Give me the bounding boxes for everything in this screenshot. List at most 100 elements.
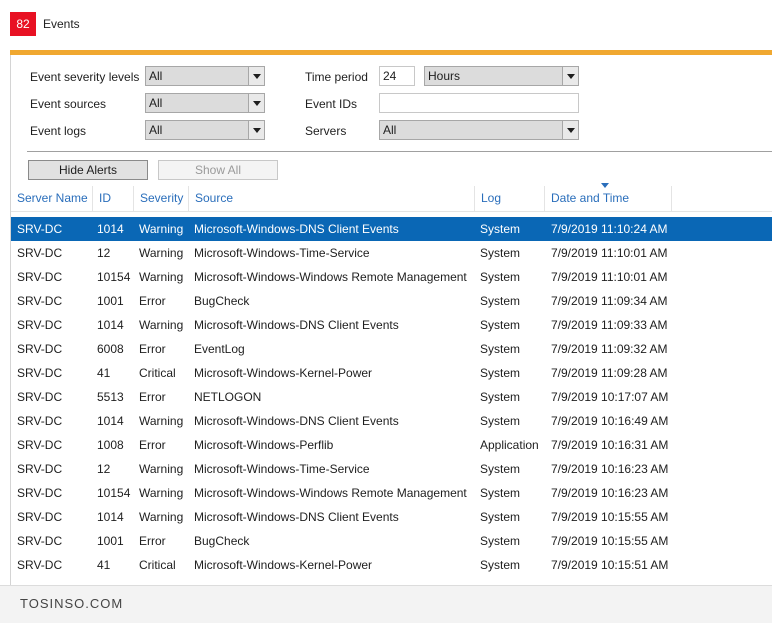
cell-severity: Warning — [139, 510, 184, 524]
time-period-label: Time period — [305, 70, 368, 84]
cell-severity: Error — [139, 534, 166, 548]
watermark-text: TOSINSO.COM — [20, 596, 124, 611]
chevron-down-icon[interactable] — [248, 121, 264, 139]
cell-date-time: 7/9/2019 10:16:23 AM — [551, 462, 669, 476]
cell-severity: Warning — [139, 462, 184, 476]
table-row[interactable]: SRV-DC 10154 Warning Microsoft-Windows-Wind… — [11, 265, 772, 289]
table-row[interactable]: SRV-DC 41 Critical Microsoft-Windows-Kernel… — [11, 361, 772, 385]
events-table-body: SRV-DC 1014 Warning Microsoft-Windows-DNS C… — [11, 217, 772, 582]
cell-date-time: 7/9/2019 11:09:33 AM — [551, 318, 668, 332]
chevron-down-icon[interactable] — [248, 94, 264, 112]
severity-dropdown[interactable]: All — [145, 66, 265, 86]
cell-id: 5513 — [97, 390, 124, 404]
cell-id: 1014 — [97, 222, 124, 236]
cell-server-name: SRV-DC — [17, 270, 63, 284]
cell-date-time: 7/9/2019 10:16:31 AM — [551, 438, 669, 452]
table-row[interactable]: SRV-DC 1014 Warning Microsoft-Windows-DNS C… — [11, 313, 772, 337]
cell-date-time: 7/9/2019 10:15:55 AM — [551, 534, 669, 548]
cell-log: System — [480, 270, 521, 284]
title-bar: 82 Events — [0, 0, 772, 50]
time-period-input[interactable]: 24 — [379, 66, 415, 86]
cell-log: System — [480, 558, 521, 572]
events-table-header: Server Name ID Severity Source Log Date … — [11, 183, 772, 212]
cell-source: Microsoft-Windows-Kernel-Power — [194, 366, 373, 380]
cell-log: System — [480, 342, 521, 356]
cell-id: 10154 — [97, 270, 131, 284]
chevron-down-icon[interactable] — [562, 67, 578, 85]
servers-label: Servers — [305, 124, 347, 138]
table-row[interactable]: SRV-DC 1014 Warning Microsoft-Windows-DNS C… — [11, 409, 772, 433]
servers-value: All — [383, 123, 397, 137]
cell-server-name: SRV-DC — [17, 414, 63, 428]
column-header-date-time[interactable]: Date and Time — [545, 186, 672, 212]
event-count-badge: 82 — [10, 12, 36, 36]
time-unit-dropdown[interactable]: Hours — [424, 66, 579, 86]
cell-severity: Warning — [139, 222, 184, 236]
table-row[interactable]: SRV-DC 1001 Error BugCheck System 7/9/2019 10… — [11, 529, 772, 553]
table-row[interactable]: SRV-DC 1014 Warning Microsoft-Windows-DNS C… — [11, 217, 772, 241]
cell-severity: Warning — [139, 270, 184, 284]
cell-date-time: 7/9/2019 11:10:24 AM — [551, 222, 668, 236]
column-header-server-name[interactable]: Server Name — [11, 186, 93, 212]
table-row[interactable]: SRV-DC 1001 Error BugCheck System 7/9/2019 11… — [11, 289, 772, 313]
page-title: Events — [43, 17, 80, 31]
hide-alerts-button[interactable]: Hide Alerts — [28, 160, 148, 180]
cell-severity: Warning — [139, 414, 184, 428]
table-row[interactable]: SRV-DC 10154 Warning Microsoft-Windows-Wind… — [11, 481, 772, 505]
table-row[interactable]: SRV-DC 6008 Error EventLog System 7/9/2019 11… — [11, 337, 772, 361]
table-row[interactable]: SRV-DC 1014 Warning Microsoft-Windows-DNS C… — [11, 505, 772, 529]
table-row[interactable]: SRV-DC 12 Warning Microsoft-Windows-Time-Se… — [11, 457, 772, 481]
cell-source: EventLog — [194, 342, 245, 356]
table-row[interactable]: SRV-DC 1008 Error Microsoft-Windows-Perflib… — [11, 433, 772, 457]
cell-source: Microsoft-Windows-DNS Client Events — [194, 222, 399, 236]
cell-severity: Critical — [139, 366, 176, 380]
cell-server-name: SRV-DC — [17, 318, 63, 332]
cell-source: Microsoft-Windows-DNS Client Events — [194, 318, 399, 332]
cell-id: 41 — [97, 366, 111, 380]
logs-dropdown[interactable]: All — [145, 120, 265, 140]
chevron-down-icon[interactable] — [562, 121, 578, 139]
cell-date-time: 7/9/2019 10:16:49 AM — [551, 414, 669, 428]
column-header-source[interactable]: Source — [189, 186, 475, 212]
cell-server-name: SRV-DC — [17, 558, 63, 572]
cell-source: Microsoft-Windows-Time-Service — [194, 246, 370, 260]
cell-date-time: 7/9/2019 11:10:01 AM — [551, 246, 668, 260]
cell-id: 1001 — [97, 534, 124, 548]
cell-severity: Critical — [139, 558, 176, 572]
cell-id: 6008 — [97, 342, 124, 356]
cell-log: System — [480, 486, 521, 500]
footer: TOSINSO.COM — [0, 585, 772, 623]
cell-id: 1001 — [97, 294, 124, 308]
cell-source: Microsoft-Windows-DNS Client Events — [194, 414, 399, 428]
servers-dropdown[interactable]: All — [379, 120, 579, 140]
table-row[interactable]: SRV-DC 41 Critical Microsoft-Windows-Kernel… — [11, 553, 772, 577]
severity-value: All — [149, 69, 163, 83]
sources-dropdown[interactable]: All — [145, 93, 265, 113]
cell-id: 1008 — [97, 438, 124, 452]
chevron-down-icon[interactable] — [248, 67, 264, 85]
sources-value: All — [149, 96, 163, 110]
cell-date-time: 7/9/2019 10:17:07 AM — [551, 390, 669, 404]
cell-date-time: 7/9/2019 10:15:55 AM — [551, 510, 669, 524]
show-all-button[interactable]: Show All — [158, 160, 278, 180]
cell-log: System — [480, 414, 521, 428]
column-header-severity[interactable]: Severity — [134, 186, 189, 212]
cell-id: 12 — [97, 246, 111, 260]
cell-date-time: 7/9/2019 11:09:34 AM — [551, 294, 668, 308]
cell-log: System — [480, 294, 521, 308]
cell-server-name: SRV-DC — [17, 222, 63, 236]
table-row[interactable]: SRV-DC 5513 Error NETLOGON System 7/9/2019 10… — [11, 385, 772, 409]
sources-label: Event sources — [30, 97, 107, 111]
filter-separator — [27, 151, 772, 152]
cell-log: System — [480, 462, 521, 476]
column-header-id[interactable]: ID — [93, 186, 134, 212]
cell-severity: Warning — [139, 246, 184, 260]
table-row[interactable]: SRV-DC 12 Warning Microsoft-Windows-Time-Se… — [11, 241, 772, 265]
cell-server-name: SRV-DC — [17, 486, 63, 500]
logs-label: Event logs — [30, 124, 87, 138]
events-panel: Event severity levels All Time period 24… — [10, 55, 772, 585]
column-header-log[interactable]: Log — [475, 186, 545, 212]
cell-date-time: 7/9/2019 10:16:23 AM — [551, 486, 669, 500]
cell-id: 10154 — [97, 486, 131, 500]
event-ids-input[interactable] — [379, 93, 579, 113]
